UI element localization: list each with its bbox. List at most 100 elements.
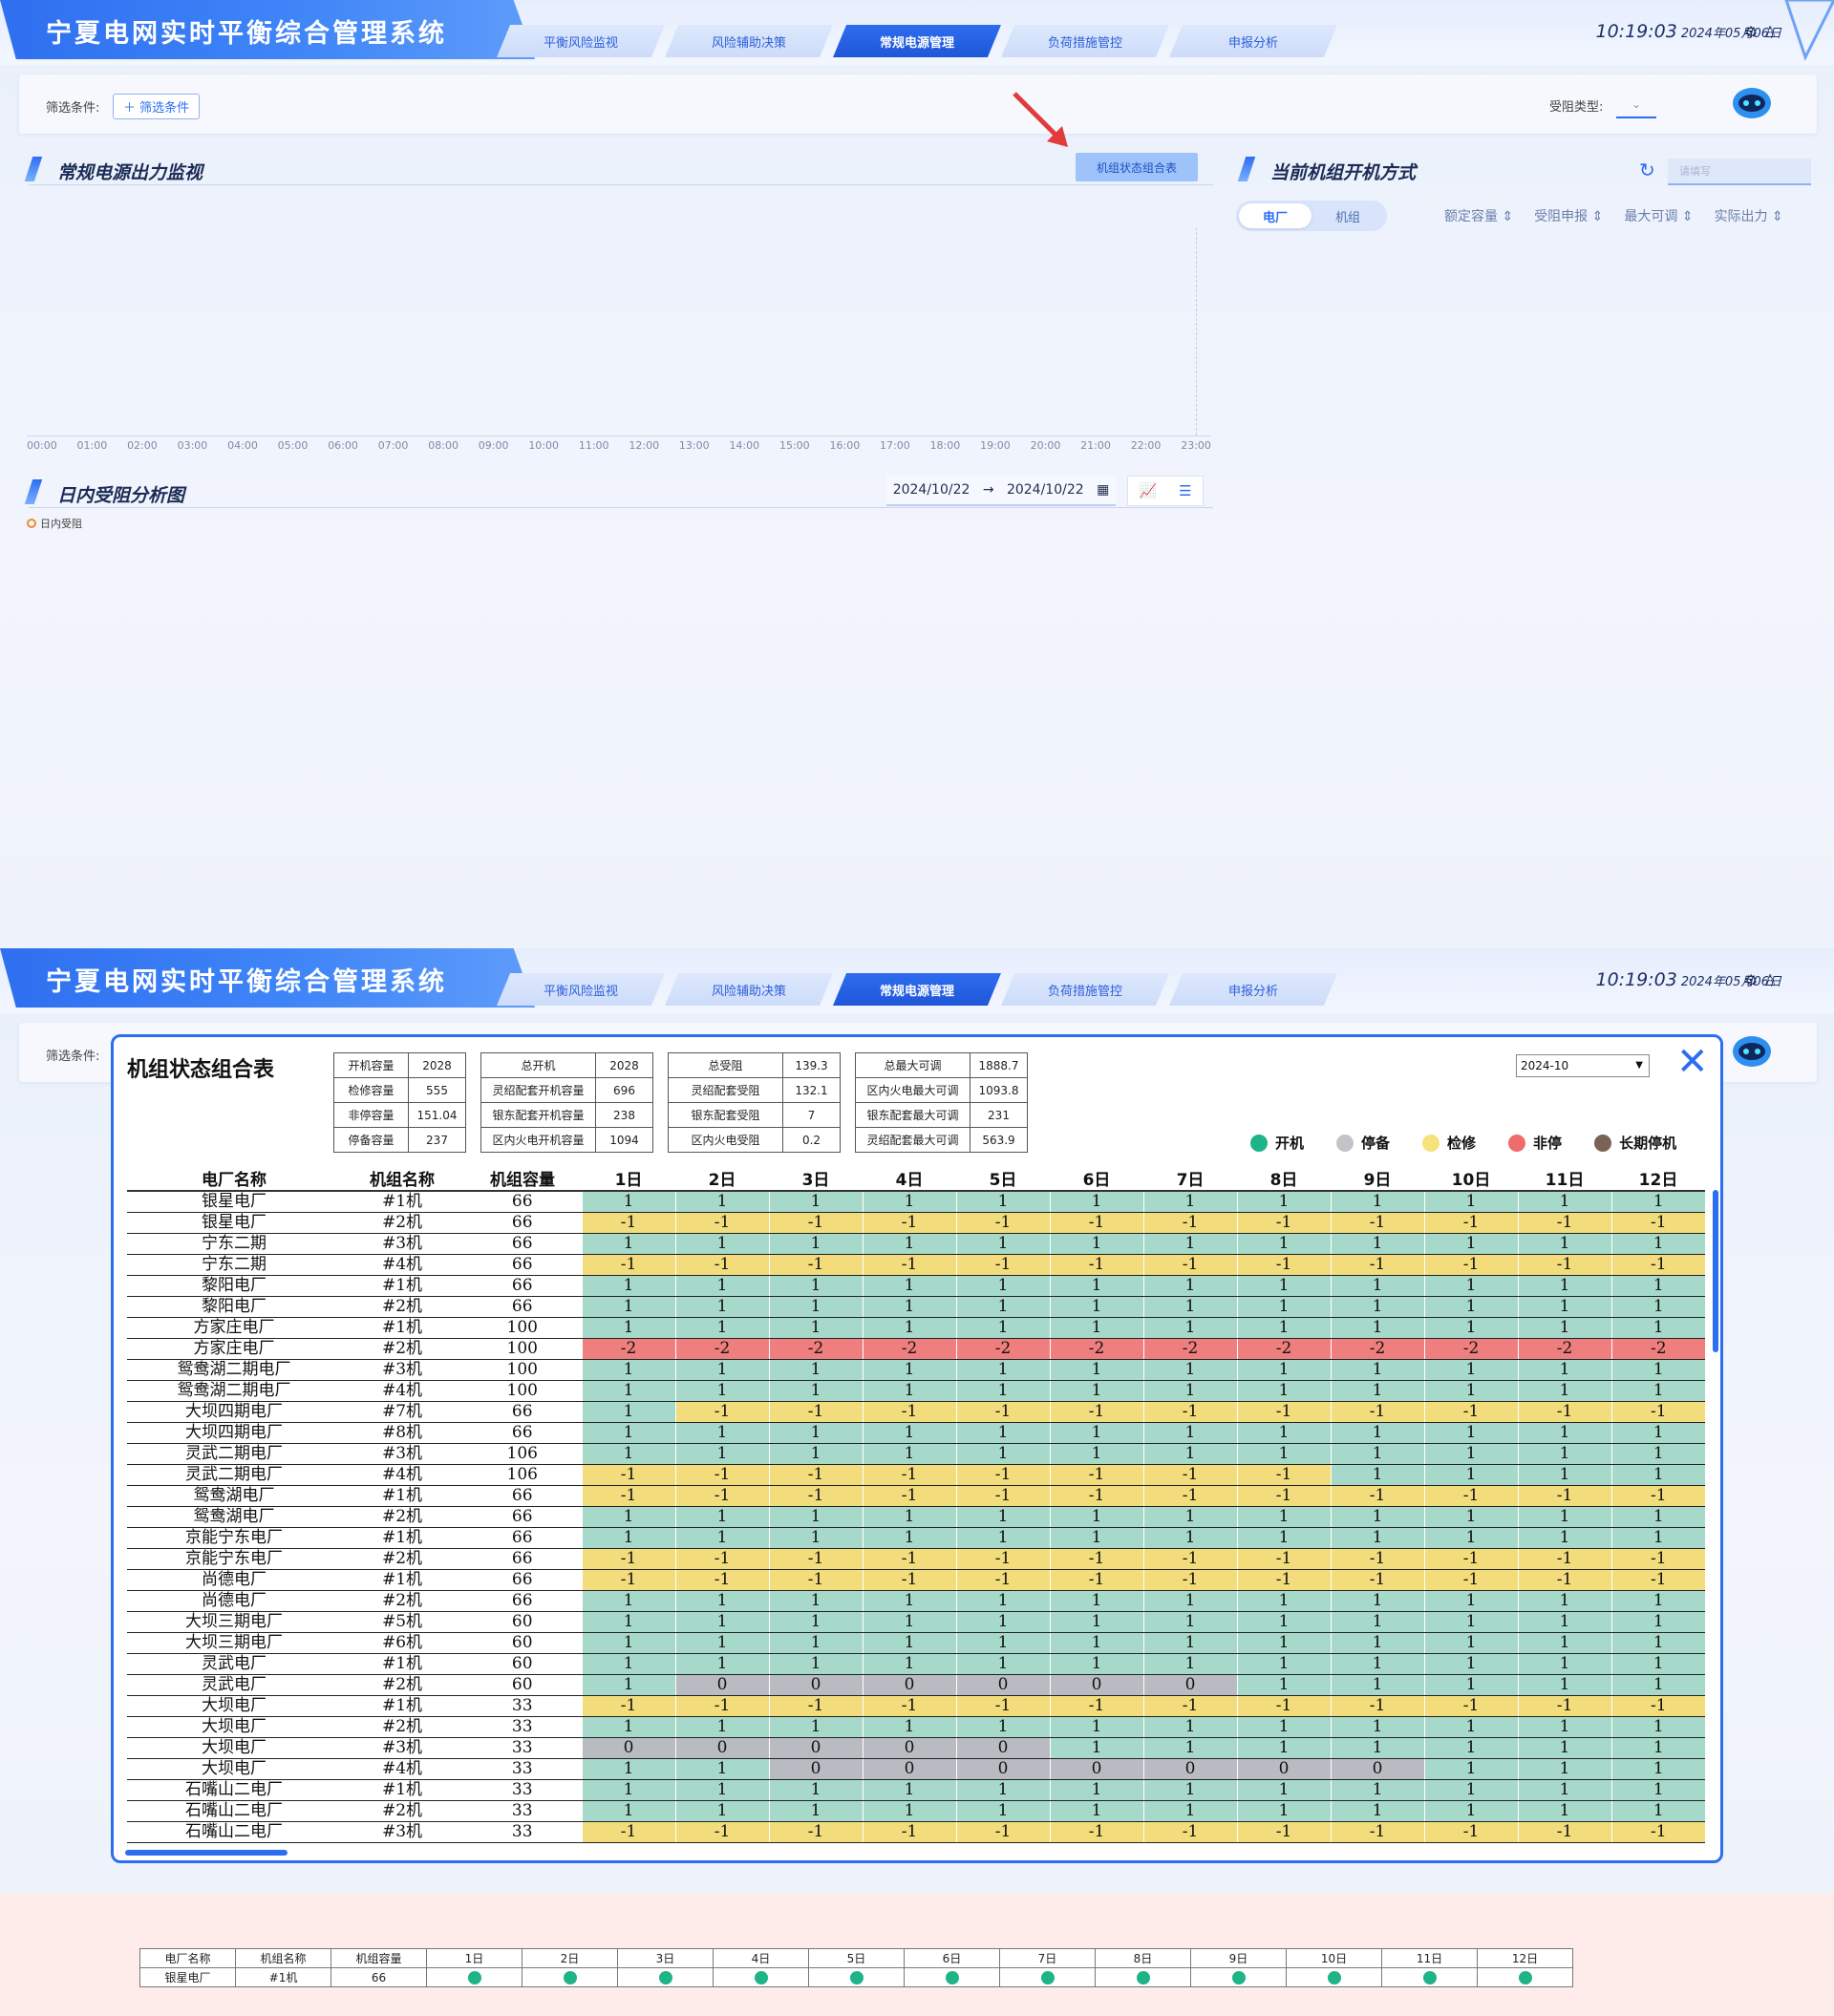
day-status-cell[interactable]: 1 <box>674 1653 769 1675</box>
day-status-cell[interactable]: -1 <box>768 1464 863 1486</box>
day-status-cell[interactable]: 1 <box>1517 1632 1611 1654</box>
day-status-cell[interactable]: 1 <box>955 1653 1050 1675</box>
nav-tab-3[interactable]: 负荷措施管控 <box>1001 25 1169 57</box>
day-status-cell[interactable]: 1 <box>581 1653 675 1675</box>
day-status-cell[interactable]: 1 <box>674 1758 769 1780</box>
day-status-cell[interactable]: -1 <box>955 1485 1050 1507</box>
day-status-cell[interactable]: -2 <box>862 1338 956 1360</box>
day-status-cell[interactable]: -1 <box>581 1569 675 1591</box>
day-status-cell[interactable]: 1 <box>1517 1380 1611 1402</box>
day-status-cell[interactable]: 1 <box>674 1317 769 1339</box>
day-status-cell[interactable]: 1 <box>955 1317 1050 1339</box>
day-status-cell[interactable]: 1 <box>674 1506 769 1528</box>
day-status-cell[interactable]: 1 <box>1142 1800 1237 1822</box>
day-status-cell[interactable]: -1 <box>1423 1254 1518 1276</box>
day-status-cell[interactable]: -1 <box>955 1401 1050 1423</box>
day-status-cell[interactable]: 1 <box>862 1590 956 1612</box>
day-status-cell[interactable]: 1 <box>1423 1758 1518 1780</box>
day-status-cell[interactable]: 1 <box>1330 1611 1424 1633</box>
day-status-cell[interactable]: 1 <box>1330 1653 1424 1675</box>
day-status-cell[interactable]: 1 <box>1610 1800 1705 1822</box>
day-status-cell[interactable]: -1 <box>1236 1212 1331 1234</box>
day-status-cell[interactable]: 1 <box>768 1506 863 1528</box>
day-status-cell[interactable]: -1 <box>1049 1695 1143 1717</box>
day-status-cell[interactable]: 1 <box>1142 1506 1237 1528</box>
day-status-cell[interactable]: -2 <box>1236 1338 1331 1360</box>
day-status-cell[interactable]: 1 <box>768 1590 863 1612</box>
day-status-cell[interactable]: 1 <box>581 1506 675 1528</box>
day-status-cell[interactable]: -1 <box>1236 1695 1331 1717</box>
day-status-cell[interactable]: -1 <box>862 1548 956 1570</box>
day-status-cell[interactable]: 1 <box>1610 1380 1705 1402</box>
day-status-cell[interactable]: 0 <box>581 1737 675 1759</box>
day-status-cell[interactable]: 1 <box>768 1443 863 1465</box>
day-status-cell[interactable]: -1 <box>1517 1569 1611 1591</box>
day-status-cell[interactable]: 1 <box>862 1233 956 1255</box>
day-status-cell[interactable]: 1 <box>1423 1716 1518 1738</box>
day-status-cell[interactable]: 1 <box>1330 1800 1424 1822</box>
date-range-picker[interactable]: 2024/10/22 → 2024/10/22 ▦ <box>886 476 1116 506</box>
day-status-cell[interactable]: 1 <box>1517 1590 1611 1612</box>
day-status-cell[interactable]: 1 <box>1236 1779 1331 1801</box>
day-status-cell[interactable]: 1 <box>1236 1527 1331 1549</box>
day-status-cell[interactable]: 1 <box>862 1275 956 1297</box>
day-status-cell[interactable]: 1 <box>1330 1632 1424 1654</box>
day-status-cell[interactable]: 1 <box>768 1317 863 1339</box>
day-status-cell[interactable]: 1 <box>768 1359 863 1381</box>
day-status-cell[interactable]: 1 <box>1517 1191 1611 1213</box>
day-status-cell[interactable]: 0 <box>1049 1758 1143 1780</box>
day-status-cell[interactable]: -2 <box>1517 1338 1611 1360</box>
day-status-cell[interactable]: 0 <box>955 1674 1050 1696</box>
day-status-cell[interactable]: -1 <box>1049 1401 1143 1423</box>
day-status-cell[interactable]: -1 <box>674 1254 769 1276</box>
day-status-cell[interactable]: 1 <box>1236 1800 1331 1822</box>
day-status-cell[interactable]: -2 <box>674 1338 769 1360</box>
day-status-cell[interactable]: 1 <box>1236 1296 1331 1318</box>
day-status-cell[interactable]: 0 <box>1330 1758 1424 1780</box>
close-button[interactable]: ✕ <box>1676 1043 1709 1081</box>
day-status-cell[interactable]: -1 <box>581 1821 675 1843</box>
day-status-cell[interactable]: -1 <box>1517 1485 1611 1507</box>
day-status-cell[interactable]: 1 <box>674 1359 769 1381</box>
day-status-cell[interactable]: 1 <box>1423 1359 1518 1381</box>
refresh-icon[interactable]: ↻ <box>1639 159 1655 181</box>
day-status-cell[interactable]: 1 <box>1142 1296 1237 1318</box>
day-status-cell[interactable]: 1 <box>1423 1233 1518 1255</box>
day-status-cell[interactable]: 1 <box>1610 1506 1705 1528</box>
day-status-cell[interactable]: -1 <box>862 1569 956 1591</box>
nav-tab-4[interactable]: 申报分析 <box>1169 25 1337 57</box>
day-status-cell[interactable]: 1 <box>1423 1632 1518 1654</box>
day-status-cell[interactable]: 1 <box>955 1716 1050 1738</box>
day-status-cell[interactable]: 1 <box>674 1611 769 1633</box>
month-select[interactable]: 2024-10 ▼ <box>1516 1054 1650 1077</box>
day-status-cell[interactable]: 1 <box>1236 1674 1331 1696</box>
day-status-cell[interactable]: -1 <box>1517 1821 1611 1843</box>
day-status-cell[interactable]: -1 <box>1236 1821 1331 1843</box>
day-status-cell[interactable]: 1 <box>1610 1422 1705 1444</box>
day-status-cell[interactable]: -1 <box>862 1464 956 1486</box>
day-status-cell[interactable]: 1 <box>862 1317 956 1339</box>
day-status-cell[interactable]: -1 <box>1610 1569 1705 1591</box>
day-status-cell[interactable]: -1 <box>768 1485 863 1507</box>
day-status-cell[interactable]: 0 <box>955 1737 1050 1759</box>
day-status-cell[interactable]: 1 <box>1330 1464 1424 1486</box>
day-status-cell[interactable]: 1 <box>1330 1317 1424 1339</box>
day-status-cell[interactable]: 1 <box>1423 1653 1518 1675</box>
day-status-cell[interactable]: -1 <box>1049 1254 1143 1276</box>
day-status-cell[interactable]: 1 <box>1423 1443 1518 1465</box>
horizontal-scrollbar[interactable] <box>125 1850 288 1856</box>
day-status-cell[interactable]: -1 <box>581 1464 675 1486</box>
day-status-cell[interactable]: 1 <box>1610 1758 1705 1780</box>
day-status-cell[interactable]: 1 <box>581 1233 675 1255</box>
day-status-cell[interactable]: 1 <box>862 1422 956 1444</box>
day-status-cell[interactable]: 1 <box>1049 1191 1143 1213</box>
day-status-cell[interactable]: 1 <box>862 1296 956 1318</box>
day-status-cell[interactable]: -1 <box>1142 1254 1237 1276</box>
day-status-cell[interactable]: -1 <box>1236 1569 1331 1591</box>
day-status-cell[interactable]: -2 <box>955 1338 1050 1360</box>
day-status-cell[interactable]: -1 <box>862 1401 956 1423</box>
day-status-cell[interactable]: -1 <box>1423 1821 1518 1843</box>
day-status-cell[interactable]: 1 <box>955 1233 1050 1255</box>
day-status-cell[interactable]: -1 <box>1423 1212 1518 1234</box>
day-status-cell[interactable]: 1 <box>1330 1674 1424 1696</box>
